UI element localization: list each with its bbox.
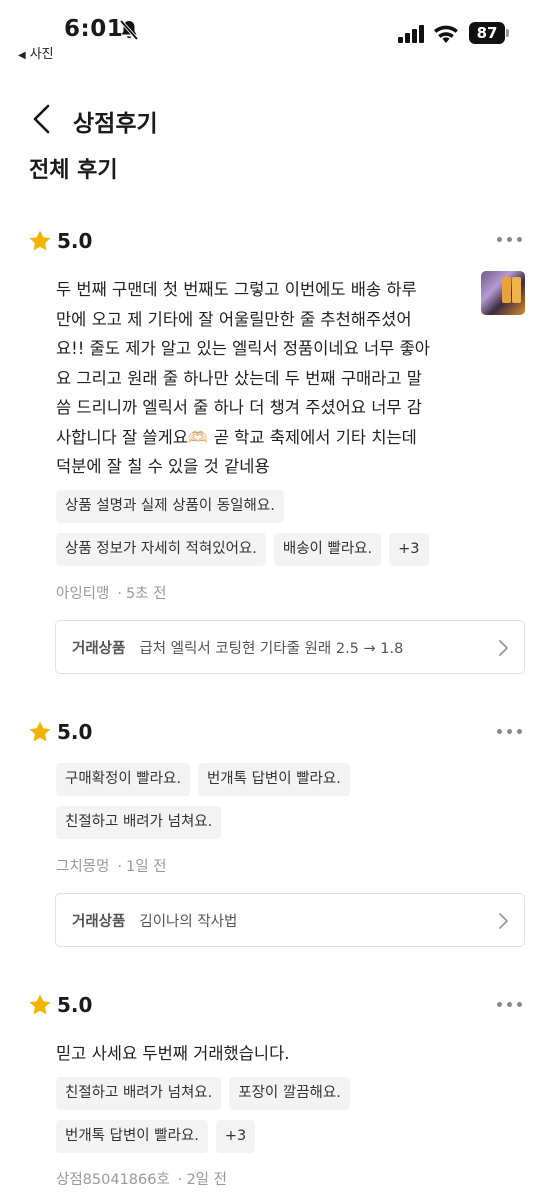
review-author[interactable]: 아잉티맹 <box>56 586 109 602</box>
review-text-line: 씀 드리니까 엘릭서 줄 하나 더 챙겨 주셨어요 너무 감 <box>56 398 422 417</box>
back-to-app-link[interactable]: ◀ 사진 <box>18 43 54 62</box>
review-meta: 상점85041866호 · 2일 전 <box>56 1172 227 1188</box>
review-rating: 5.0 <box>28 993 92 1017</box>
battery-tip <box>506 29 509 37</box>
review-tag: 친절하고 배려가 넘쳐요. <box>56 806 222 839</box>
review-time: 5초 전 <box>125 586 167 602</box>
bell-muted-icon <box>119 19 139 41</box>
back-app-label: 사진 <box>29 47 54 62</box>
product-label: 거래상품 <box>72 913 126 930</box>
review-tag: 상품 정보가 자세히 적혀있어요. <box>56 533 266 566</box>
review-tags: 구매확정이 빨라요. 번개톡 답변이 빨라요. 친절하고 배려가 넘쳐요. <box>56 763 526 849</box>
review-tag: 배송이 빨라요. <box>273 533 382 566</box>
section-title: 전체 후기 <box>29 158 118 183</box>
review-tag: 구매확정이 빨라요. <box>56 763 190 796</box>
review-time: 1일 전 <box>125 859 167 875</box>
traded-product-link[interactable]: 거래상품 급처 엘릭서 코팅현 기타줄 원래 2.5 → 1.8 <box>55 620 525 674</box>
product-label: 거래상품 <box>72 640 126 657</box>
review-time: 2일 전 <box>186 1172 227 1188</box>
status-time: 6:01 <box>64 16 124 42</box>
more-options-icon[interactable] <box>497 1002 525 1010</box>
review-text-line: 요 그리고 원래 줄 하나만 샀는데 두 번째 구매라고 말 <box>56 368 422 388</box>
review-text: 두 번째 구맨데 첫 번째도 그렇고 이번에도 배송 하루 만에 오고 제 기타… <box>56 275 466 482</box>
review-rating: 5.0 <box>28 229 92 253</box>
product-name: 급처 엘릭서 코팅현 기타줄 원래 2.5 → 1.8 <box>139 640 404 657</box>
review-author[interactable]: 그치몽멍 <box>56 859 109 875</box>
more-tags-button[interactable]: +3 <box>215 1120 256 1153</box>
star-icon <box>29 721 51 742</box>
review-score: 5.0 <box>57 993 93 1017</box>
review-text-line: 사합니다 잘 쓸게요🫶🏻 곧 학교 축제에서 기타 치는데 <box>56 427 417 447</box>
page-title: 상점후기 <box>73 111 158 137</box>
chevron-right-icon <box>499 640 508 656</box>
back-triangle-icon: ◀ <box>18 50 26 61</box>
star-icon <box>29 230 51 251</box>
status-bar: 6:01 ◀ 사진 87 <box>0 0 554 70</box>
review-tag: 친절하고 배려가 넘쳐요. <box>56 1077 222 1110</box>
review-meta: 아잉티맹 · 5초 전 <box>56 586 167 602</box>
more-options-icon[interactable] <box>497 237 525 245</box>
review-tag: 상품 설명과 실제 상품이 동일해요. <box>56 490 284 523</box>
review-photo-thumbnail[interactable] <box>481 271 525 315</box>
review-text-line: 두 번째 구맨데 첫 번째도 그렇고 이번에도 배송 하루 <box>56 280 417 299</box>
review-rating: 5.0 <box>28 720 92 744</box>
chevron-right-icon <box>499 913 508 929</box>
traded-product-link[interactable]: 거래상품 김이나의 작사법 <box>55 893 525 947</box>
chevron-left-icon[interactable] <box>28 102 58 136</box>
review-tags: 상품 설명과 실제 상품이 동일해요. 상품 정보가 자세히 적혀있어요. 배송… <box>56 490 526 576</box>
review-score: 5.0 <box>57 720 93 744</box>
more-options-icon[interactable] <box>497 729 525 737</box>
more-tags-button[interactable]: +3 <box>389 533 429 566</box>
review-meta: 그치몽멍 · 1일 전 <box>56 859 167 875</box>
review-text-line: 덕분에 잘 칠 수 있을 것 같네용 <box>56 457 270 476</box>
review-tag: 번개톡 답변이 빨라요. <box>56 1120 208 1153</box>
review-tags: 친절하고 배려가 넘쳐요. 포장이 깔끔해요. 번개톡 답변이 빨라요. +3 <box>56 1077 526 1163</box>
review-text-line: 요!! 줄도 제가 알고 있는 엘릭서 정품이네요 너무 좋아 <box>56 339 430 358</box>
review-author[interactable]: 상점85041866호 <box>56 1172 170 1188</box>
wifi-icon <box>434 25 458 43</box>
cellular-signal-icon <box>398 25 424 43</box>
review-text-line: 만에 오고 제 기타에 잘 어울릴만한 줄 추천해주셨어 <box>56 309 412 329</box>
review-text: 믿고 사세요 두번째 거래했습니다. <box>56 1044 290 1063</box>
star-icon <box>29 994 51 1015</box>
product-name: 김이나의 작사법 <box>139 913 238 930</box>
review-tag: 번개톡 답변이 빨라요. <box>197 763 350 796</box>
battery-level: 87 <box>469 22 505 44</box>
review-score: 5.0 <box>57 229 93 253</box>
review-tag: 포장이 깔끔해요. <box>229 1077 350 1110</box>
